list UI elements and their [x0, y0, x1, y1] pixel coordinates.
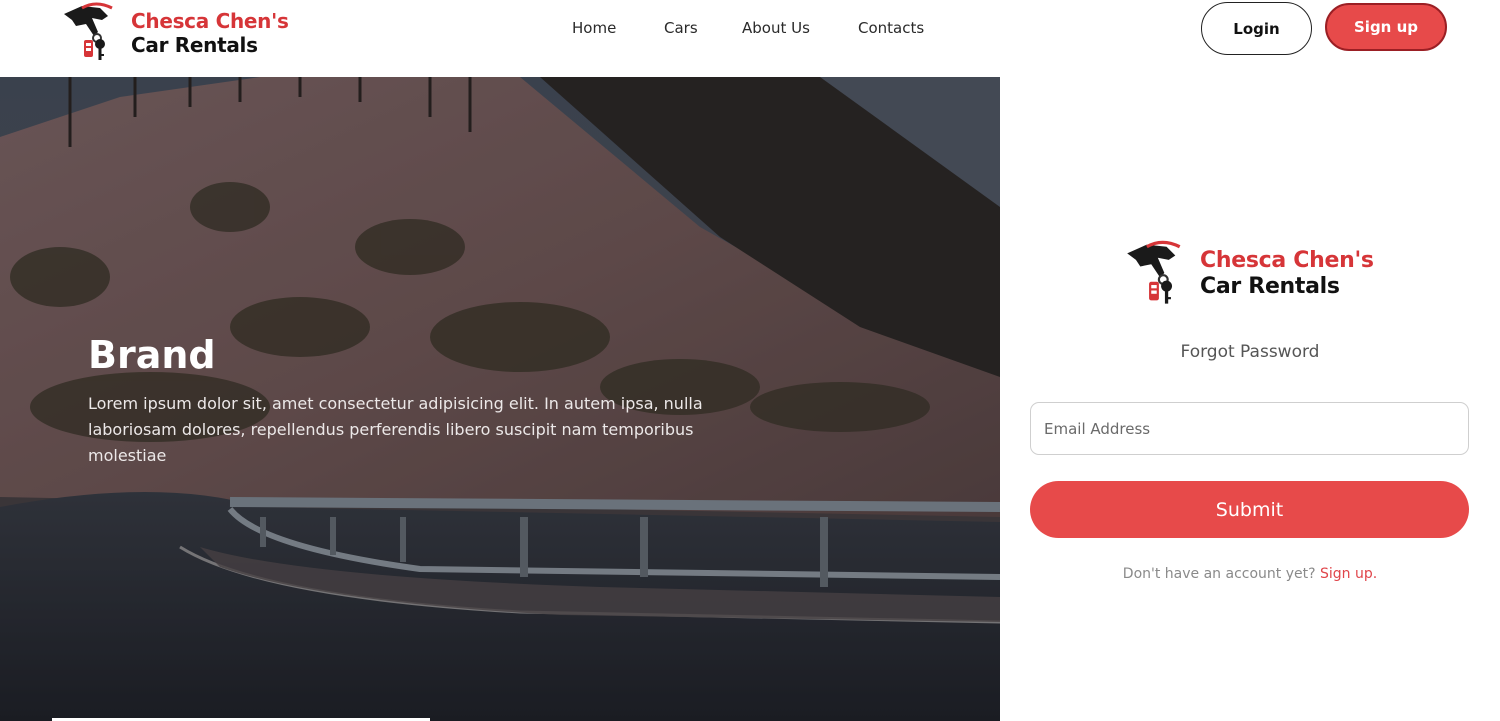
brand-logo[interactable]: Chesca Chen's Car Rentals	[62, 2, 302, 62]
forgot-password-panel: Chesca Chen's Car Rentals Forgot Passwor…	[1000, 77, 1500, 721]
brand-name-line2: Car Rentals	[131, 33, 258, 57]
nav-contacts[interactable]: Contacts	[858, 19, 924, 37]
signup-button[interactable]: Sign up	[1325, 3, 1447, 51]
hero-banner: Brand Lorem ipsum dolor sit, amet consec…	[0, 77, 1000, 721]
navbar: Chesca Chen's Car Rentals Home Cars Abou…	[0, 0, 1500, 77]
panel-brand-line2: Car Rentals	[1200, 274, 1340, 299]
forgot-password-heading: Forgot Password	[1180, 342, 1320, 362]
hero-description: Lorem ipsum dolor sit, amet consectetur …	[88, 394, 703, 465]
nav-about-us[interactable]: About Us	[742, 19, 810, 37]
car-key-icon	[1127, 240, 1181, 304]
brand-name-line1: Chesca Chen's	[131, 9, 289, 33]
panel-brand-line1: Chesca Chen's	[1200, 248, 1374, 273]
panel-brand-logo: Chesca Chen's Car Rentals	[1125, 239, 1385, 309]
no-account-text: Don't have an account yet?	[1122, 566, 1320, 582]
login-button[interactable]: Login	[1201, 2, 1312, 55]
nav-cars[interactable]: Cars	[664, 19, 698, 37]
car-key-icon	[64, 2, 113, 60]
hero-title: Brand	[88, 333, 216, 377]
submit-button[interactable]: Submit	[1030, 481, 1469, 538]
email-field[interactable]	[1030, 402, 1469, 455]
signup-prompt: Don't have an account yet? Sign up.	[1000, 566, 1500, 582]
signup-link[interactable]: Sign up.	[1320, 566, 1377, 582]
nav-home[interactable]: Home	[572, 19, 616, 37]
